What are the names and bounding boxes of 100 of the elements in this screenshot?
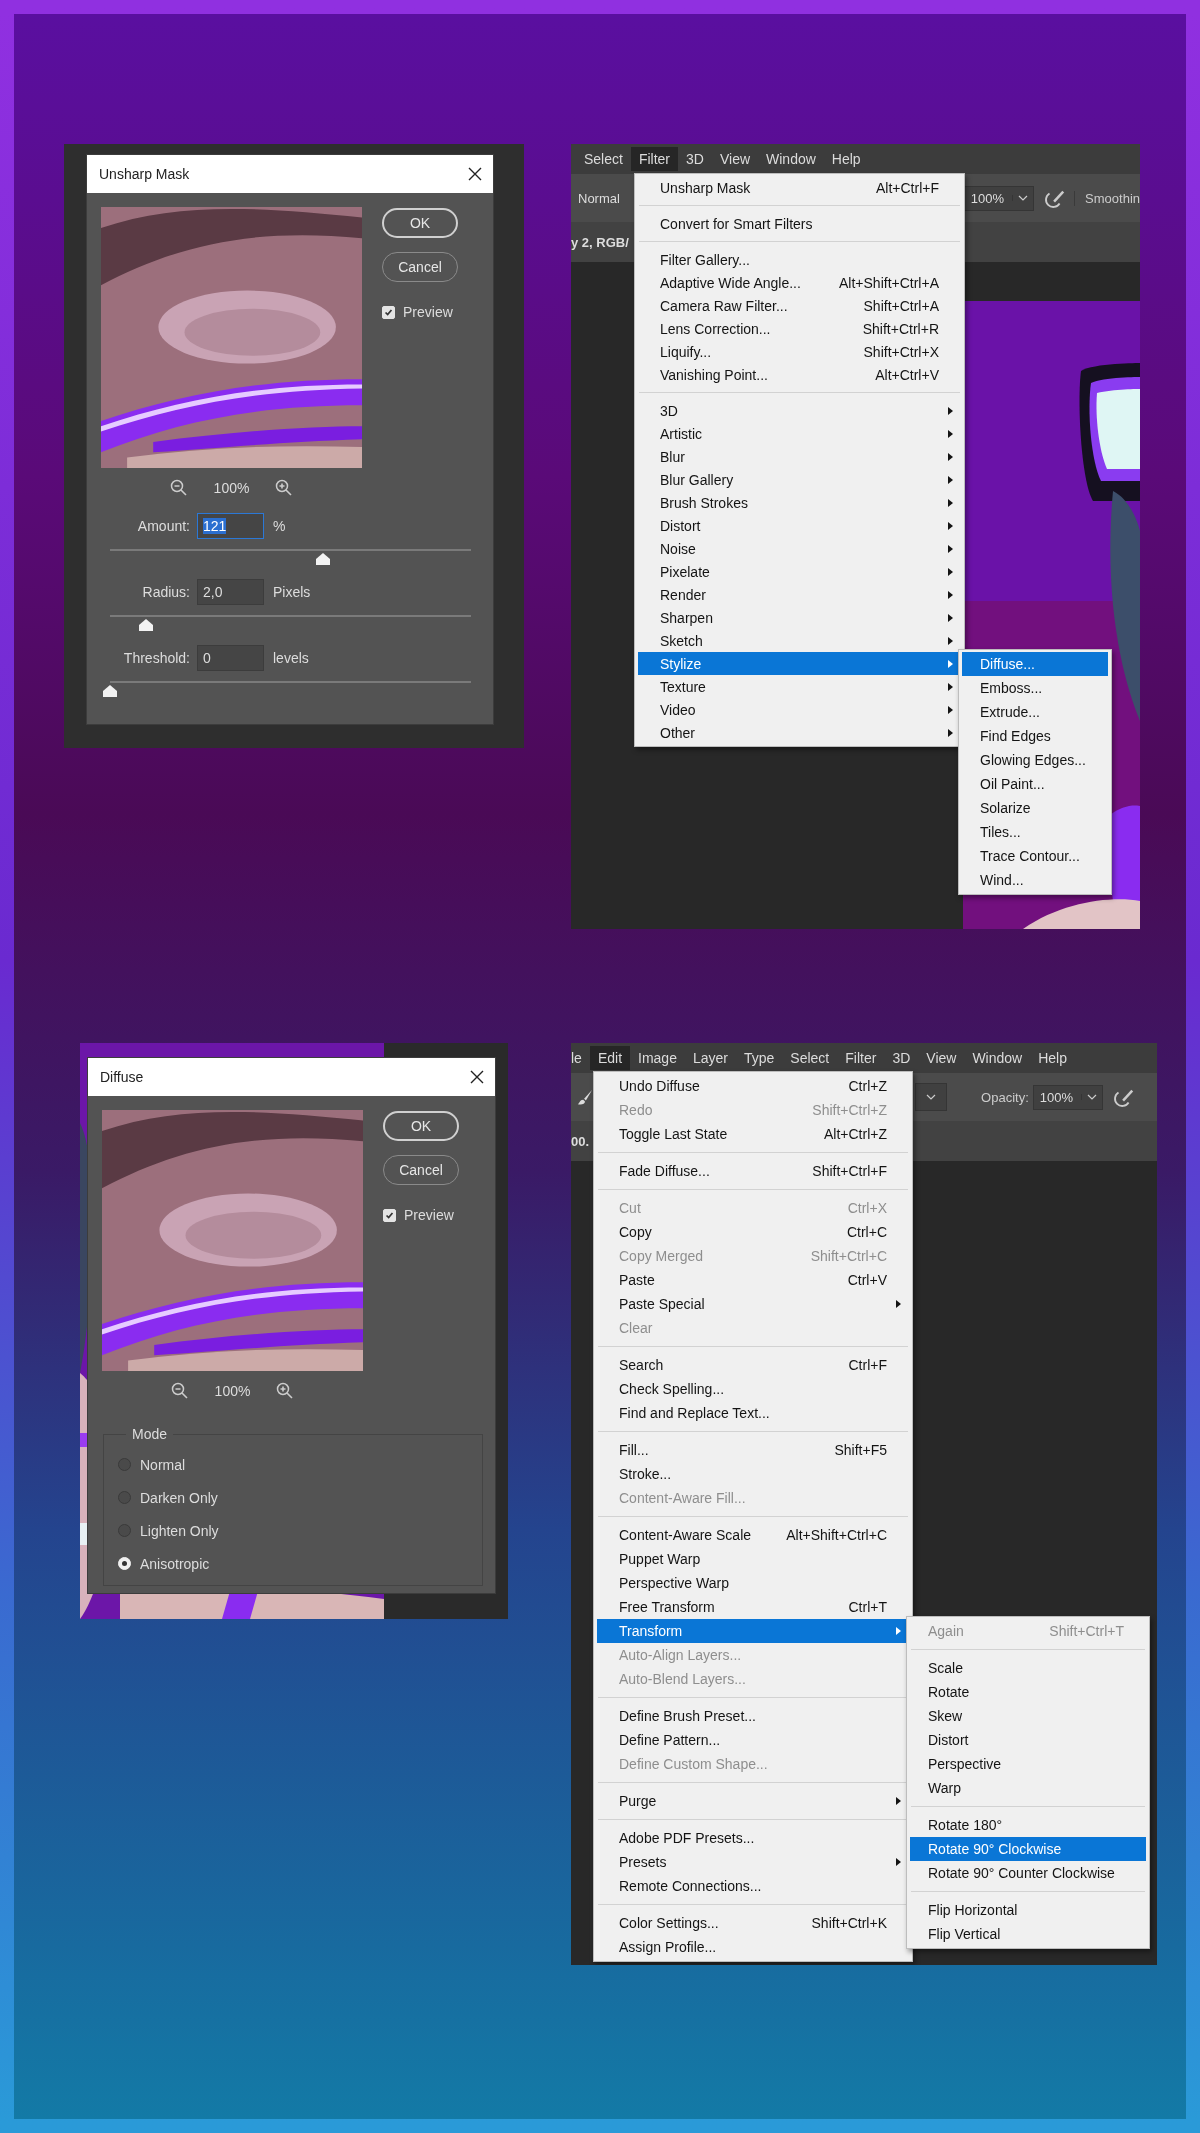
menu-item[interactable]: Glowing Edges... (962, 748, 1108, 772)
menu-item[interactable]: Liquify... Shift+Ctrl+X (638, 340, 961, 363)
menu-item[interactable]: Purge (597, 1789, 909, 1813)
menu-bar-item[interactable]: Help (823, 147, 869, 171)
checkbox-label[interactable]: Preview (403, 304, 453, 320)
menu-bar-item[interactable]: 3D (678, 147, 712, 171)
menu-bar-item[interactable]: 3D (884, 1046, 919, 1070)
menu-item[interactable]: Trace Contour... (962, 844, 1108, 868)
menu-item[interactable]: Content-Aware Scale Alt+Shift+Ctrl+C (597, 1523, 909, 1547)
menu-item[interactable]: Check Spelling... (597, 1377, 909, 1401)
dialog-button[interactable]: OK (382, 208, 458, 238)
menu-item[interactable]: Texture (638, 675, 961, 698)
menu-item[interactable]: Toggle Last State Alt+Ctrl+Z (597, 1122, 909, 1146)
dropdown[interactable]: 100% (1032, 1084, 1103, 1110)
menu-item[interactable]: Color Settings... Shift+Ctrl+K (597, 1911, 909, 1935)
menu-item[interactable]: Sharpen (638, 606, 961, 629)
menu-item[interactable]: Skew (910, 1704, 1146, 1728)
menu-bar-item[interactable]: Help (1030, 1046, 1075, 1070)
slider-thumb[interactable] (103, 685, 117, 697)
menu-item[interactable]: Flip Vertical (910, 1922, 1146, 1946)
menu-item[interactable]: Pixelate (638, 560, 961, 583)
menu-item[interactable]: Puppet Warp (597, 1547, 909, 1571)
menu-bar-item[interactable]: Window (964, 1046, 1031, 1070)
menu-item[interactable]: Adaptive Wide Angle... Alt+Shift+Ctrl+A (638, 271, 961, 294)
menu-item[interactable]: Rotate 90° Clockwise (910, 1837, 1146, 1861)
menu-item[interactable]: Render (638, 583, 961, 606)
menu-item[interactable]: Diffuse... (962, 652, 1108, 676)
menu-bar-item[interactable]: View (918, 1046, 965, 1070)
menu-item[interactable]: Define Pattern... (597, 1728, 909, 1752)
menu-item[interactable]: Flip Horizontal (910, 1898, 1146, 1922)
close-icon[interactable] (468, 167, 482, 181)
menu-item[interactable]: Paste Ctrl+V (597, 1268, 909, 1292)
menu-item[interactable]: Assign Profile... (597, 1935, 909, 1959)
menu-item[interactable]: Lens Correction... Shift+Ctrl+R (638, 317, 961, 340)
blend-mode-field[interactable]: Normal (576, 186, 622, 210)
menu-item[interactable]: Search Ctrl+F (597, 1353, 909, 1377)
zoom-out-icon[interactable] (169, 479, 188, 497)
menu-bar-item[interactable]: View (711, 147, 759, 171)
menu-item[interactable]: Undo Diffuse Ctrl+Z (597, 1074, 909, 1098)
menu-bar-item[interactable]: Edit (589, 1046, 631, 1070)
dropdown-button[interactable] (915, 1083, 948, 1111)
menu-item[interactable]: Fill... Shift+F5 (597, 1438, 909, 1462)
menu-item[interactable]: Scale (910, 1656, 1146, 1680)
menu-item[interactable]: Unsharp Mask Alt+Ctrl+F (638, 176, 961, 199)
menu-item[interactable]: Stylize (638, 652, 961, 675)
menu-item[interactable]: Rotate 180° (910, 1813, 1146, 1837)
slider-thumb[interactable] (316, 553, 330, 565)
menu-item[interactable]: Perspective (910, 1752, 1146, 1776)
dropdown[interactable]: 100% (963, 185, 1035, 211)
menu-item[interactable]: Extrude... (962, 700, 1108, 724)
menu-item[interactable]: Transform (597, 1619, 909, 1643)
menu-item[interactable]: 3D (638, 399, 961, 422)
menu-item[interactable]: Other (638, 721, 961, 744)
menu-item[interactable]: Define Brush Preset... (597, 1704, 909, 1728)
document-tab[interactable]: 00. (571, 1133, 590, 1149)
menu-item[interactable]: Rotate (910, 1680, 1146, 1704)
checkbox[interactable] (382, 305, 395, 319)
menu-item[interactable]: Rotate 90° Counter Clockwise (910, 1861, 1146, 1885)
menu-item[interactable]: Sketch (638, 629, 961, 652)
menu-item[interactable]: Filter Gallery... (638, 248, 961, 271)
menu-item[interactable]: Solarize (962, 796, 1108, 820)
menu-bar-item[interactable]: Type (736, 1046, 783, 1070)
menu-item[interactable]: Paste Special (597, 1292, 909, 1316)
menu-item[interactable]: Oil Paint... (962, 772, 1108, 796)
menu-item[interactable]: Blur (638, 445, 961, 468)
menu-item[interactable]: Stroke... (597, 1462, 909, 1486)
menu-item[interactable]: Video (638, 698, 961, 721)
menu-item[interactable]: Perspective Warp (597, 1571, 909, 1595)
menu-item[interactable]: Vanishing Point... Alt+Ctrl+V (638, 363, 961, 386)
number-field[interactable]: 2,0 (197, 579, 264, 605)
menu-item[interactable]: Fade Diffuse... Shift+Ctrl+F (597, 1159, 909, 1183)
menu-bar-item[interactable]: Layer (684, 1046, 736, 1070)
document-tab[interactable]: y 2, RGB/ (571, 234, 629, 250)
menu-item[interactable]: Distort (638, 514, 961, 537)
menu-bar-item[interactable]: Select (782, 1046, 838, 1070)
menu-item[interactable]: Remote Connections... (597, 1874, 909, 1898)
menu-item[interactable]: Artistic (638, 422, 961, 445)
menu-bar-item[interactable]: Window (758, 147, 824, 171)
menu-item[interactable]: Distort (910, 1728, 1146, 1752)
menu-item[interactable]: Free Transform Ctrl+T (597, 1595, 909, 1619)
menu-bar-item[interactable]: le (571, 1046, 590, 1070)
menu-bar-item[interactable]: Select (576, 147, 631, 171)
menu-item[interactable]: Adobe PDF Presets... (597, 1826, 909, 1850)
menu-item[interactable]: Brush Strokes (638, 491, 961, 514)
menu-item[interactable]: Find Edges (962, 724, 1108, 748)
menu-item[interactable]: Presets (597, 1850, 909, 1874)
menu-item[interactable]: Find and Replace Text... (597, 1401, 909, 1425)
menu-bar-item[interactable]: Filter (837, 1046, 885, 1070)
menu-item[interactable]: Noise (638, 537, 961, 560)
zoom-in-icon[interactable] (275, 479, 294, 497)
menu-item[interactable]: Convert for Smart Filters (638, 212, 961, 235)
menu-item[interactable]: Camera Raw Filter... Shift+Ctrl+A (638, 294, 961, 317)
menu-item[interactable]: Emboss... (962, 676, 1108, 700)
menu-item[interactable]: Blur Gallery (638, 468, 961, 491)
menu-item[interactable]: Copy Ctrl+C (597, 1220, 909, 1244)
number-field[interactable]: 0 (197, 645, 264, 671)
number-field[interactable]: 121 (197, 513, 264, 539)
menu-item[interactable]: Wind... (962, 868, 1108, 892)
menu-item[interactable]: Tiles... (962, 820, 1108, 844)
menu-bar-item[interactable]: Image (630, 1046, 685, 1070)
